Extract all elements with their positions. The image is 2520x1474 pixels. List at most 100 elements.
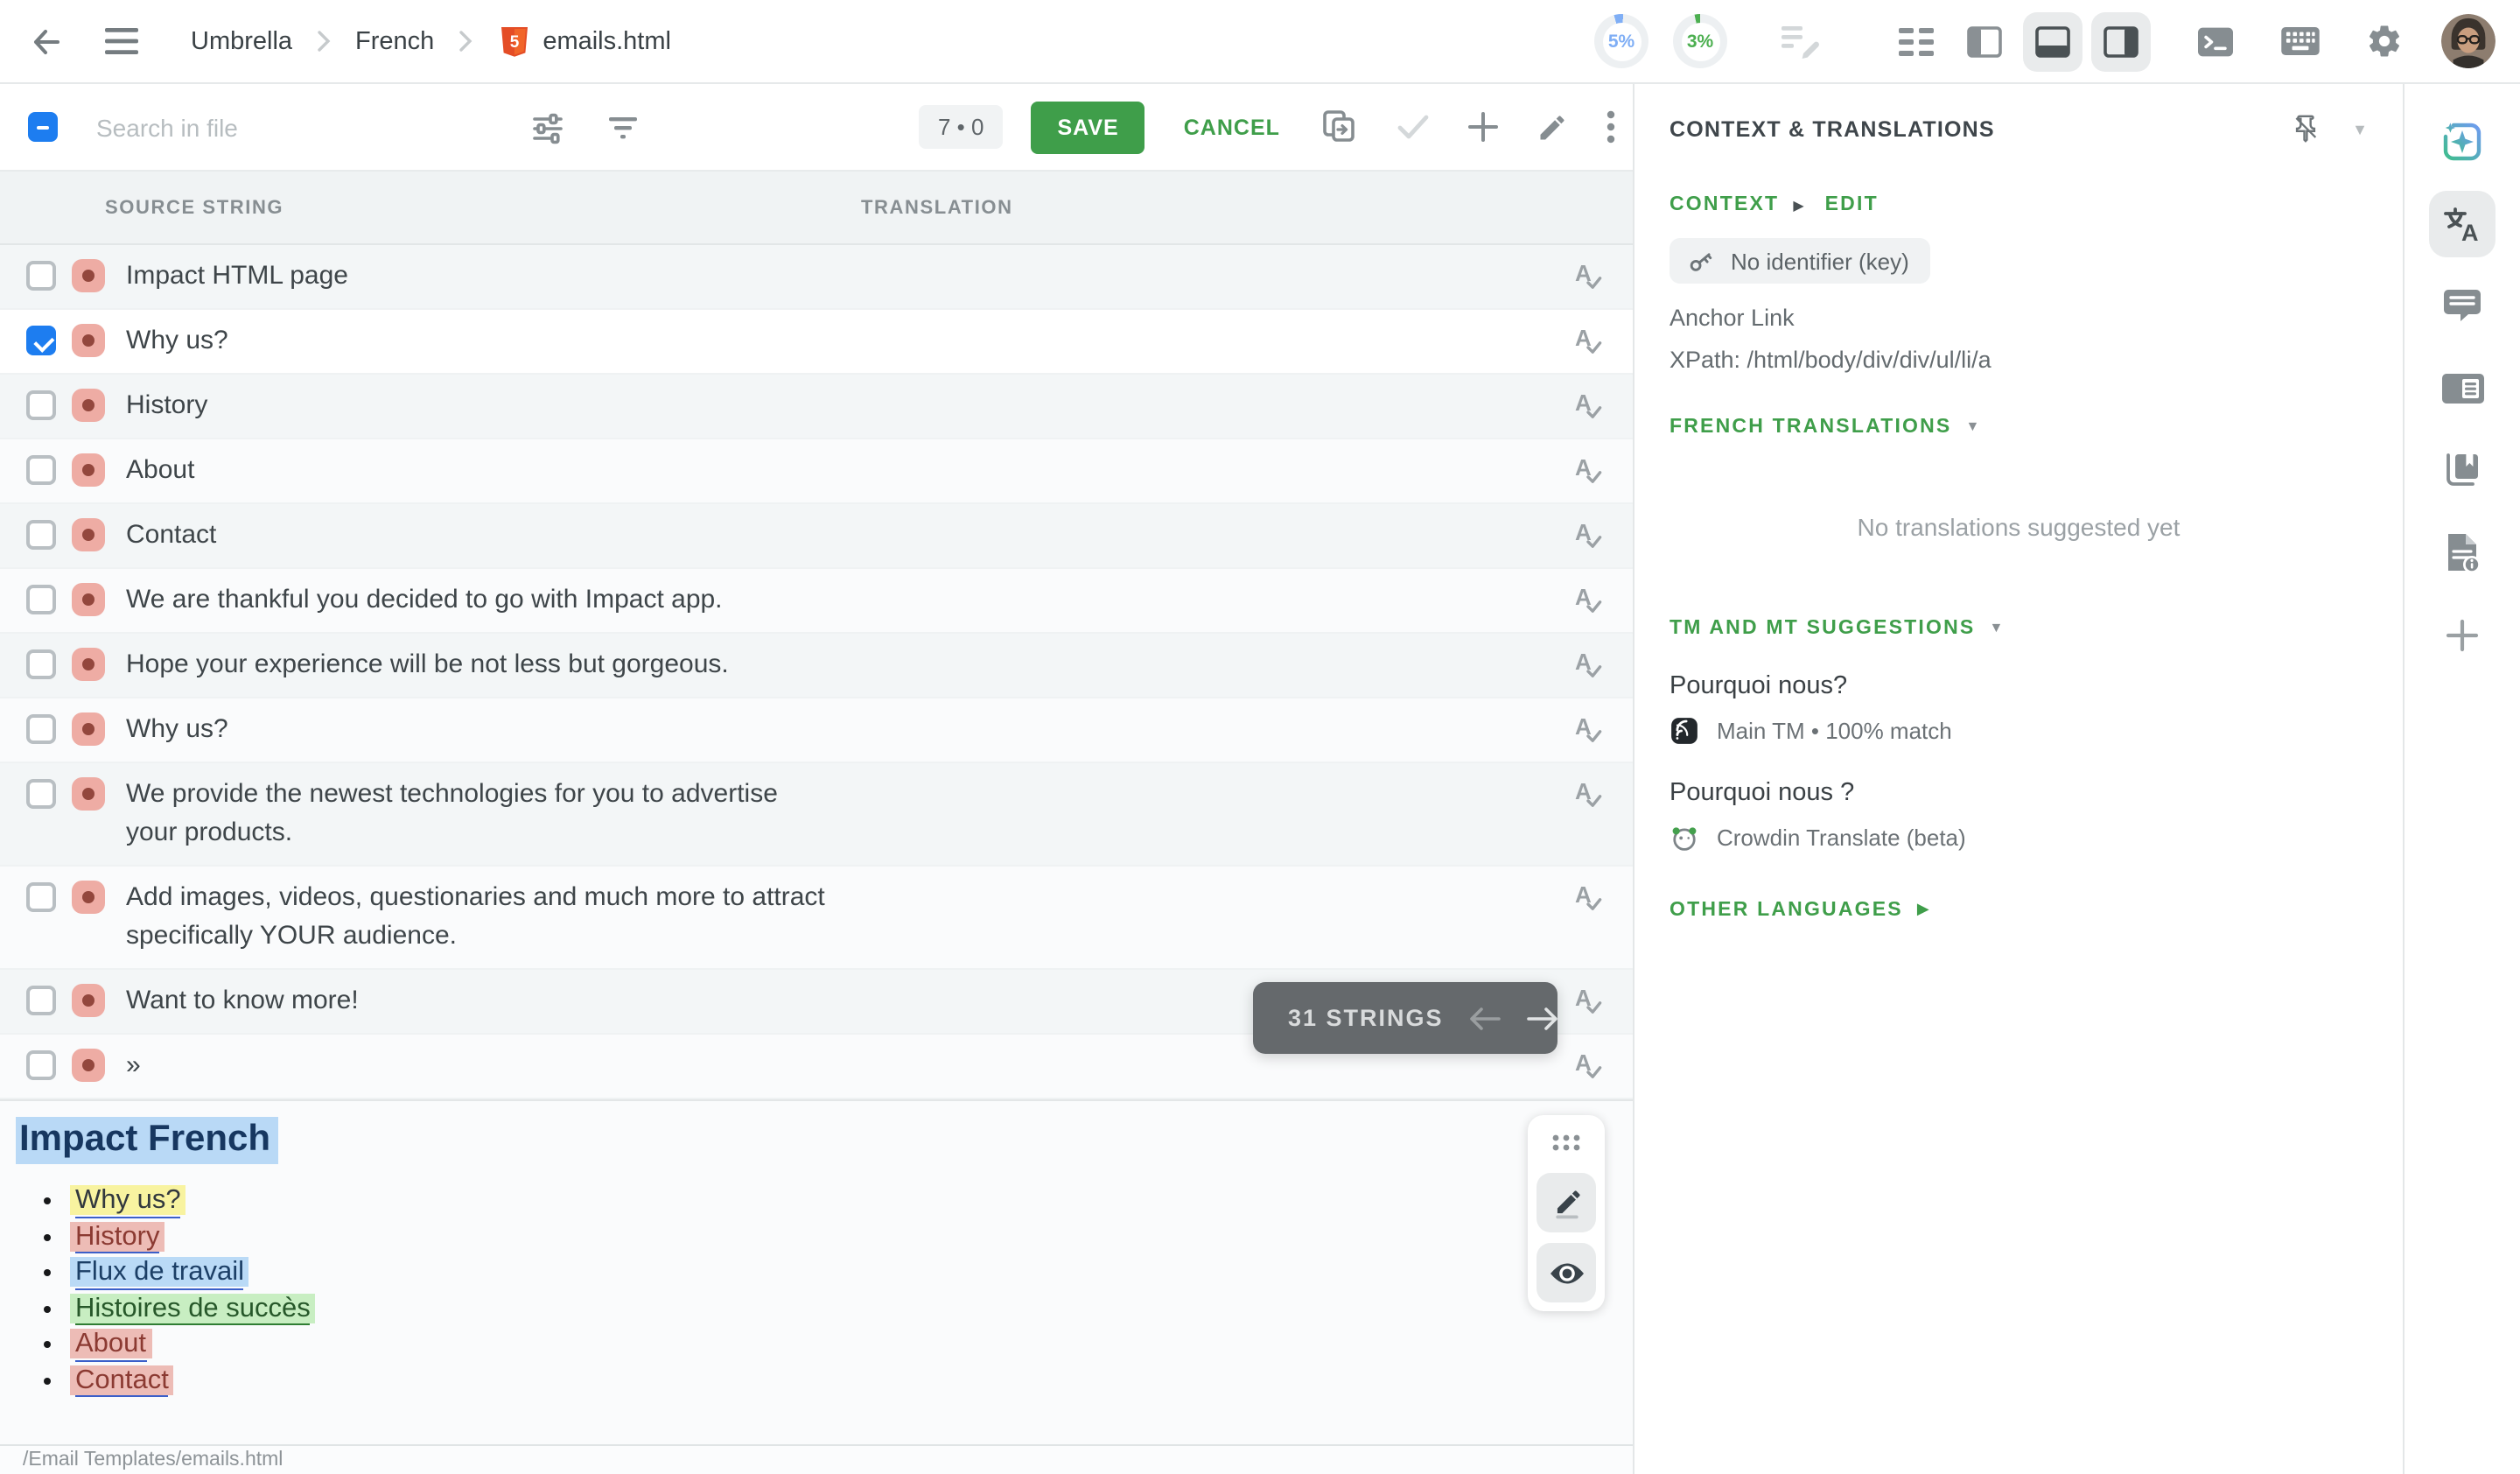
approve-icon[interactable]	[1397, 114, 1431, 140]
translation-progress-ring[interactable]: 5%	[1594, 14, 1648, 68]
avatar[interactable]	[2441, 14, 2496, 68]
collapse-panel-icon[interactable]: ▼	[2352, 120, 2368, 137]
settings-gear-icon[interactable]	[2366, 23, 2403, 60]
row-checkbox[interactable]	[26, 261, 56, 291]
translate-panel-icon[interactable]: A	[2429, 191, 2496, 257]
expand-icon[interactable]: ▶	[1793, 197, 1803, 213]
preview-edit-button[interactable]	[1536, 1173, 1596, 1232]
string-counter-badge[interactable]: 7 • 0	[919, 105, 1004, 149]
comments-panel-icon[interactable]	[2429, 273, 2496, 340]
next-page-icon[interactable]	[1526, 1006, 1559, 1030]
select-all-checkbox[interactable]	[28, 112, 58, 142]
table-row[interactable]: Impact HTML page A	[0, 245, 1633, 310]
ai-assistant-icon[interactable]	[2429, 109, 2496, 175]
bottom-panel-view-icon[interactable]	[2023, 11, 2082, 71]
source-string-text[interactable]: About	[126, 452, 194, 490]
row-checkbox[interactable]	[26, 779, 56, 809]
strings-count-label: 31 STRINGS	[1288, 1005, 1444, 1031]
advanced-filter-icon[interactable]	[530, 109, 565, 144]
preview-link[interactable]: Histoires de succès	[70, 1293, 316, 1323]
pin-panel-icon[interactable]	[2291, 114, 2320, 144]
suggestion-text[interactable]: Pourquoi nous ?	[1670, 778, 2368, 806]
cancel-button[interactable]: CANCEL	[1163, 101, 1301, 153]
source-string-text[interactable]: We provide the newest technologies for y…	[126, 776, 835, 853]
row-checkbox[interactable]	[26, 390, 56, 420]
table-row[interactable]: About A	[0, 439, 1633, 504]
source-string-text[interactable]: Contact	[126, 516, 216, 555]
row-checkbox[interactable]	[26, 1050, 56, 1080]
translations-section-header[interactable]: FRENCH TRANSLATIONS	[1670, 416, 1952, 437]
edit-icon[interactable]	[1537, 111, 1569, 143]
preview-link[interactable]: About	[70, 1329, 151, 1358]
table-row[interactable]: Contact A	[0, 504, 1633, 569]
row-checkbox[interactable]	[26, 326, 56, 355]
keyboard-shortcuts-icon[interactable]	[2280, 26, 2320, 56]
preview-link[interactable]: Flux de travail	[70, 1257, 249, 1287]
table-row[interactable]: History A	[0, 375, 1633, 439]
preview-heading[interactable]: Impact French	[16, 1117, 277, 1164]
spellcheck-icon: A	[1570, 581, 1605, 616]
copy-source-icon[interactable]	[1322, 109, 1359, 145]
suggestion[interactable]: Pourquoi nous? Main TM • 100% match	[1670, 671, 2368, 745]
source-string-text[interactable]: Want to know more!	[126, 982, 359, 1021]
source-string-text[interactable]: Why us?	[126, 711, 228, 749]
row-checkbox[interactable]	[26, 585, 56, 614]
source-string-text[interactable]: History	[126, 387, 207, 425]
row-checkbox[interactable]	[26, 714, 56, 744]
context-section-toggle[interactable]: CONTEXT	[1670, 194, 1779, 215]
add-string-icon[interactable]	[1469, 112, 1499, 142]
row-checkbox[interactable]	[26, 455, 56, 485]
more-options-icon[interactable]	[1607, 110, 1616, 144]
drag-handle-icon[interactable]	[1550, 1124, 1582, 1162]
table-row[interactable]: Add images, videos, questionaries and mu…	[0, 867, 1633, 970]
approval-progress-ring[interactable]: 3%	[1673, 14, 1727, 68]
draft-request-icon[interactable]	[1780, 22, 1822, 60]
preview-link[interactable]: History	[70, 1221, 164, 1251]
breadcrumb-language[interactable]: French	[355, 27, 434, 55]
right-panel-view-icon[interactable]	[2091, 11, 2151, 71]
other-languages-toggle[interactable]: OTHER LANGUAGES	[1670, 899, 1903, 920]
suggestion[interactable]: Pourquoi nous ? Crowdin Translate (beta)	[1670, 778, 2368, 852]
panel-title: CONTEXT & TRANSLATIONS	[1670, 116, 1995, 141]
source-string-text[interactable]: »	[126, 1047, 141, 1085]
untranslated-status-icon	[72, 712, 105, 746]
row-checkbox[interactable]	[26, 520, 56, 550]
file-info-panel-icon[interactable]	[2429, 520, 2496, 586]
table-row[interactable]: Why us? A	[0, 698, 1633, 763]
strings-count-toast: 31 STRINGS	[1253, 982, 1558, 1054]
row-checkbox[interactable]	[26, 649, 56, 679]
add-panel-icon[interactable]	[2429, 602, 2496, 669]
save-button[interactable]: SAVE	[1032, 101, 1145, 153]
table-row[interactable]: We provide the newest technologies for y…	[0, 763, 1633, 867]
terminal-icon[interactable]	[2196, 24, 2235, 59]
preview-visibility-button[interactable]	[1536, 1243, 1596, 1302]
list-item: About	[70, 1327, 1633, 1363]
breadcrumb-file[interactable]: emails.html	[542, 27, 671, 55]
back-icon[interactable]	[28, 24, 63, 59]
filter-icon[interactable]	[607, 113, 639, 141]
source-string-text[interactable]: Add images, videos, questionaries and mu…	[126, 879, 835, 956]
no-translations-message: No translations suggested yet	[1670, 512, 2368, 540]
search-input[interactable]	[93, 111, 416, 143]
glossary-panel-icon[interactable]	[2429, 438, 2496, 504]
source-string-text[interactable]: Hope your experience will be not less bu…	[126, 646, 729, 684]
menu-icon[interactable]	[105, 28, 138, 54]
row-checkbox[interactable]	[26, 986, 56, 1015]
table-row[interactable]: We are thankful you decided to go with I…	[0, 569, 1633, 634]
preview-link[interactable]: Why us?	[70, 1185, 186, 1215]
source-string-text[interactable]: Why us?	[126, 322, 228, 361]
tm-suggestions-panel-icon[interactable]	[2429, 355, 2496, 422]
row-checkbox[interactable]	[26, 882, 56, 912]
side-by-side-view-icon[interactable]	[1886, 11, 1946, 71]
table-row[interactable]: Hope your experience will be not less bu…	[0, 634, 1633, 698]
breadcrumb-project[interactable]: Umbrella	[191, 27, 292, 55]
edit-context-button[interactable]: EDIT	[1825, 194, 1879, 215]
source-string-text[interactable]: We are thankful you decided to go with I…	[126, 581, 723, 620]
source-string-text[interactable]: Impact HTML page	[126, 257, 348, 296]
preview-link[interactable]: Contact	[70, 1365, 174, 1394]
table-row[interactable]: Why us? A	[0, 310, 1633, 375]
previous-page-icon[interactable]	[1468, 1006, 1502, 1030]
suggestion-text[interactable]: Pourquoi nous?	[1670, 671, 2368, 699]
suggestions-section-header[interactable]: TM AND MT SUGGESTIONS	[1670, 617, 1975, 638]
left-panel-view-icon[interactable]	[1955, 11, 2014, 71]
